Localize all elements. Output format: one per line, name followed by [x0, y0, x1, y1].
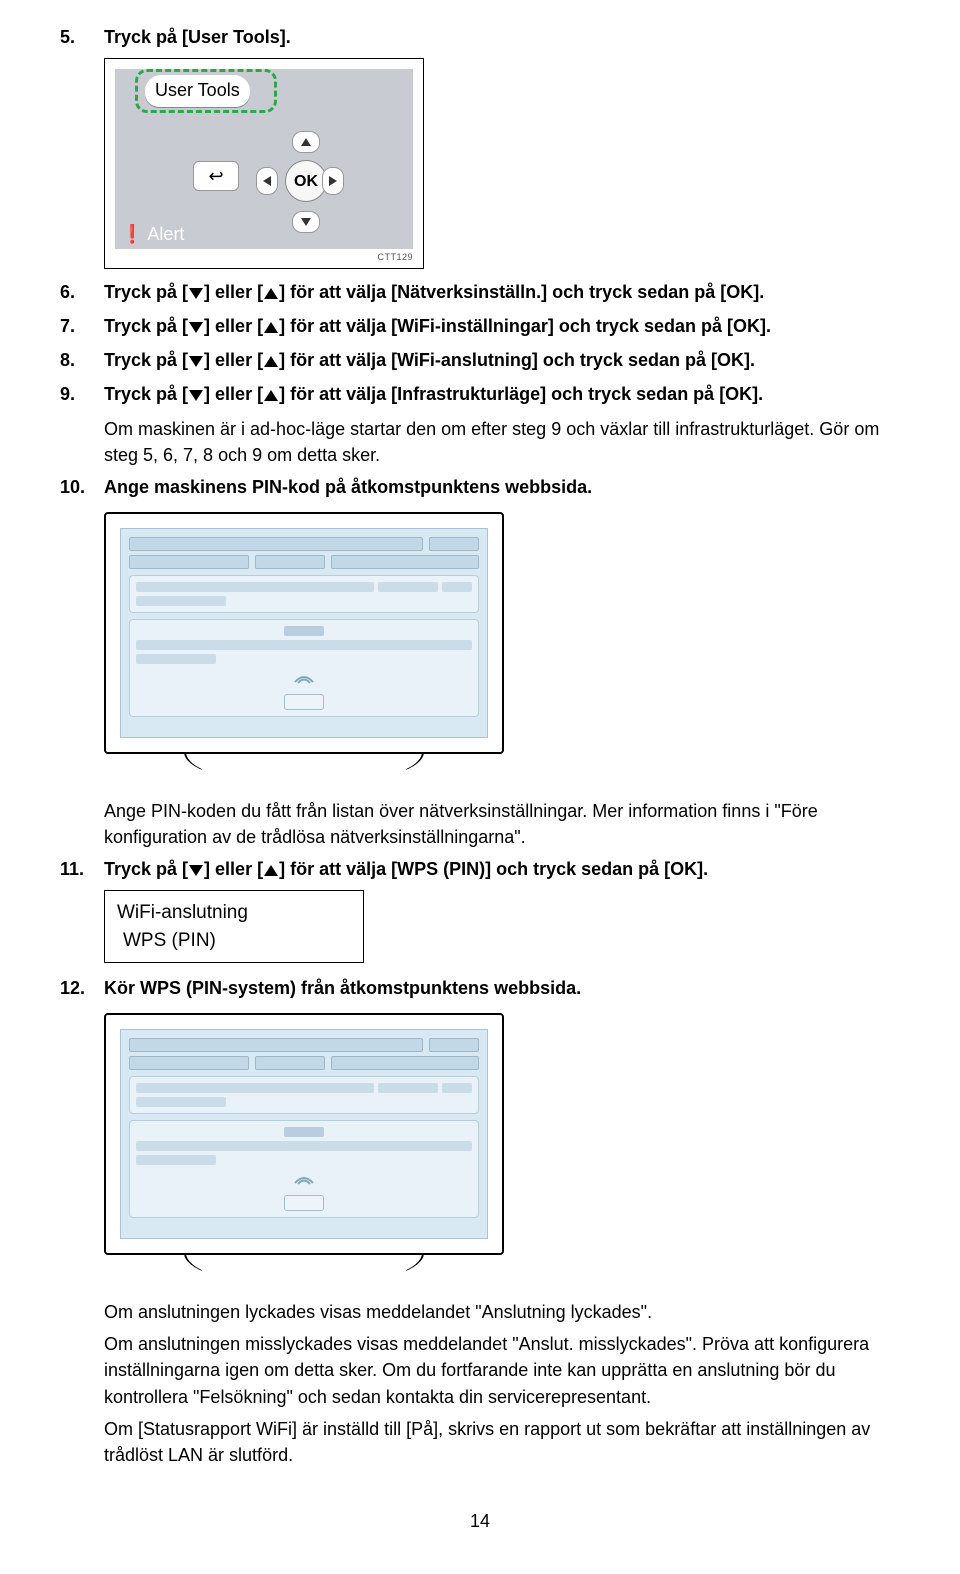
step-12-note-b: Om anslutningen misslyckades visas medde…: [104, 1331, 900, 1409]
monitor-illustration-1: [104, 512, 504, 784]
step-number: 6.: [60, 279, 104, 305]
step-text: Tryck på [] eller [] för att välja [WPS …: [104, 856, 900, 882]
step-text: Tryck på [User Tools].: [104, 24, 900, 50]
lcd-line-1: WiFi-anslutning: [117, 899, 351, 927]
step-12: 12. Kör WPS (PIN-system) från åtkomstpun…: [60, 975, 900, 1001]
back-button: ↩: [193, 161, 239, 191]
step-12-note-c: Om [Statusrapport WiFi] är inställd till…: [104, 1416, 900, 1468]
panel-inner: User Tools ↩ OK ❗ Alert: [115, 69, 413, 249]
down-arrow-icon: [189, 288, 203, 299]
user-tools-button: User Tools: [145, 75, 250, 107]
lcd-display: WiFi-anslutning WPS (PIN): [104, 890, 364, 963]
down-arrow-icon: [189, 390, 203, 401]
step-11: 11. Tryck på [] eller [] för att välja […: [60, 856, 900, 882]
step-7: 7. Tryck på [] eller [] för att välja [W…: [60, 313, 900, 339]
down-arrow-icon: [189, 865, 203, 876]
wifi-icon: [293, 1171, 315, 1187]
step-6: 6. Tryck på [] eller [] för att välja [N…: [60, 279, 900, 305]
alert-label: ❗ Alert: [121, 221, 184, 247]
step-5: 5. Tryck på [User Tools].: [60, 24, 900, 50]
dpad-down: [292, 211, 320, 233]
down-arrow-icon: [189, 356, 203, 367]
page-number: 14: [60, 1508, 900, 1534]
image-code: CTT129: [115, 251, 413, 264]
step-number: 8.: [60, 347, 104, 373]
device-panel-illustration: User Tools ↩ OK ❗ Alert CTT129: [104, 58, 424, 269]
step-number: 7.: [60, 313, 104, 339]
step-text: Tryck på [] eller [] för att välja [WiFi…: [104, 313, 900, 339]
dpad-up: [292, 131, 320, 153]
wifi-icon: [293, 670, 315, 686]
lcd-line-2: WPS (PIN): [117, 927, 351, 955]
step-text: Tryck på [] eller [] för att välja [WiFi…: [104, 347, 900, 373]
step-10-note: Ange PIN-koden du fått från listan över …: [104, 798, 900, 850]
ok-button: OK: [285, 160, 327, 202]
step-number: 11.: [60, 856, 104, 882]
step-12-note-a: Om anslutningen lyckades visas meddeland…: [104, 1299, 900, 1325]
up-arrow-icon: [264, 390, 278, 401]
down-arrow-icon: [189, 322, 203, 333]
up-arrow-icon: [264, 356, 278, 367]
monitor-frame: [104, 1013, 504, 1255]
up-arrow-icon: [264, 322, 278, 333]
monitor-base: [184, 1253, 424, 1283]
step-text: Tryck på [] eller [] för att välja [Nätv…: [104, 279, 900, 305]
up-arrow-icon: [264, 865, 278, 876]
step-10: 10. Ange maskinens PIN-kod på åtkomstpun…: [60, 474, 900, 500]
monitor-screen: [120, 528, 488, 738]
step-text: Kör WPS (PIN-system) från åtkomstpunkten…: [104, 975, 900, 1001]
step-8: 8. Tryck på [] eller [] för att välja [W…: [60, 347, 900, 373]
dpad-left: [256, 167, 278, 195]
step-number: 10.: [60, 474, 104, 500]
step-number: 5.: [60, 24, 104, 50]
step-number: 9.: [60, 381, 104, 407]
alert-icon: ❗: [121, 221, 143, 247]
dpad: OK: [250, 125, 360, 235]
step-9-note: Om maskinen är i ad-hoc-läge startar den…: [104, 416, 900, 468]
monitor-base: [184, 752, 424, 782]
up-arrow-icon: [264, 288, 278, 299]
dpad-right: [322, 167, 344, 195]
monitor-frame: [104, 512, 504, 754]
monitor-illustration-2: [104, 1013, 504, 1285]
step-number: 12.: [60, 975, 104, 1001]
step-text: Tryck på [] eller [] för att välja [Infr…: [104, 381, 900, 407]
step-text: Ange maskinens PIN-kod på åtkomstpunkten…: [104, 474, 900, 500]
monitor-screen: [120, 1029, 488, 1239]
step-9: 9. Tryck på [] eller [] för att välja [I…: [60, 381, 900, 407]
